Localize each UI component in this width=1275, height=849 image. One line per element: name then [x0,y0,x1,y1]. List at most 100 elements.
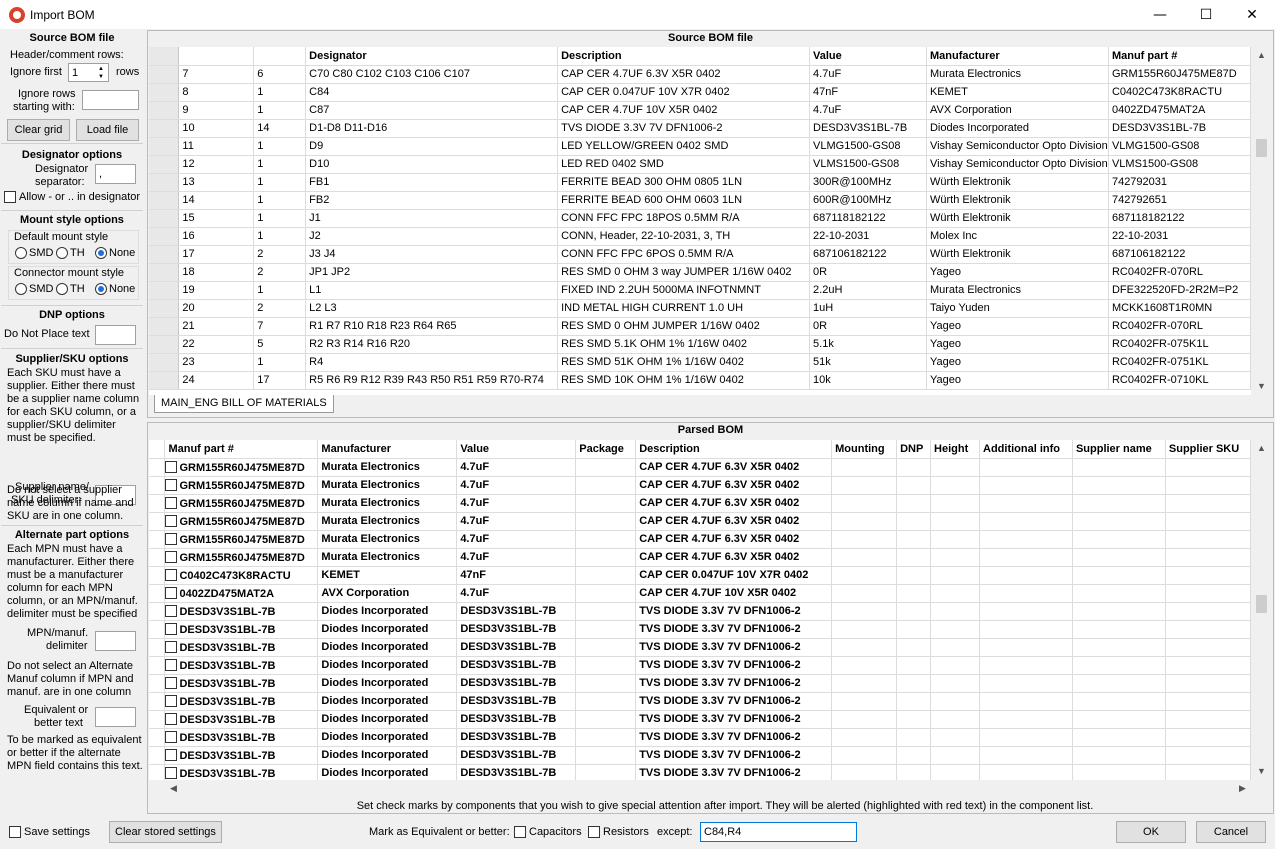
table-cell[interactable] [1165,620,1251,639]
table-cell[interactable] [979,764,1073,780]
table-cell[interactable]: Yageo [926,317,1109,336]
table-row[interactable]: 24 17 R5 R6 R9 R12 R39 R43 R50 R51 R59 R70… [149,371,1251,390]
table-row[interactable]: DESD3V3S1BL-7B Diodes Incorporated DESD3V3… [149,602,1251,621]
table-row[interactable]: 0402ZD475MAT2A AVX Corporation 4.7uF CAP CE… [149,584,1251,603]
table-cell[interactable]: 51k [809,353,927,372]
table-cell[interactable] [930,728,980,747]
table-cell[interactable]: DESD3V3S1BL-7B [456,764,577,780]
table-cell[interactable] [831,602,898,621]
table-cell[interactable]: Diodes Incorporated [317,692,458,711]
table-cell[interactable]: DESD3V3S1BL-7B [456,620,577,639]
sheet-tab-main-eng[interactable]: MAIN_ENG BILL OF MATERIALS [154,395,334,413]
table-cell[interactable]: Murata Electronics [317,458,458,477]
table-cell[interactable]: TVS DIODE 3.3V 7V DFN1006-2 [635,728,833,747]
table-cell[interactable] [831,494,898,513]
capacitors-checkbox[interactable] [514,826,526,838]
table-cell[interactable]: TVS DIODE 3.3V 7V DFN1006-2 [635,764,833,780]
table-cell[interactable]: 742792651 [1108,191,1251,210]
table-cell[interactable]: 600R@100MHz [809,191,927,210]
table-cell[interactable]: GRM155R60J475ME87D [164,494,319,513]
table-cell[interactable] [1072,764,1166,780]
table-cell[interactable] [1165,746,1251,765]
cancel-button[interactable]: Cancel [1196,821,1266,843]
table-cell[interactable] [575,584,637,603]
table-cell[interactable] [1165,584,1251,603]
table-cell[interactable]: DESD3V3S1BL-7B [164,692,319,711]
table-row[interactable]: GRM155R60J475ME87D Murata Electronics 4.7u… [149,548,1251,567]
table-cell[interactable] [896,584,932,603]
table-row[interactable]: 9 1 C87 CAP CER 4.7UF 10V X5R 0402 4.7uF AVX … [149,101,1251,120]
table-cell[interactable] [979,638,1073,657]
table-cell[interactable]: Diodes Incorporated [317,602,458,621]
table-cell[interactable]: 0R [809,317,927,336]
table-cell[interactable]: LED YELLOW/GREEN 0402 SMD [557,137,811,156]
table-cell[interactable]: TVS DIODE 3.3V 7V DFN1006-2 [635,638,833,657]
table-cell[interactable]: 1 [253,173,307,192]
table-cell[interactable] [575,476,637,495]
table-cell[interactable]: Murata Electronics [317,530,458,549]
table-cell[interactable]: 10k [809,371,927,390]
table-cell[interactable]: C84 [305,83,559,102]
attention-checkbox[interactable] [165,676,178,689]
row-header[interactable] [149,299,180,318]
spinner-arrows-icon[interactable]: ▲ ▼ [95,65,107,81]
table-row[interactable]: 13 1 FB1 FERRITE BEAD 300 OHM 0805 1LN 300R@… [149,173,1251,192]
table-cell[interactable] [1165,566,1251,585]
table-cell[interactable] [896,476,932,495]
table-cell[interactable]: 2.2uH [809,281,927,300]
parsed-column-header[interactable]: Additional info [979,440,1073,459]
table-cell[interactable]: DESD3V3S1BL-7B [164,638,319,657]
table-cell[interactable]: Murata Electronics [317,494,458,513]
ignore-rows-input[interactable] [82,90,139,110]
clear-grid-button[interactable]: Clear grid [7,119,70,141]
table-cell[interactable] [979,710,1073,729]
table-cell[interactable] [896,620,932,639]
table-cell[interactable]: 687106182122 [1108,245,1251,264]
table-cell[interactable]: 8 [178,83,255,102]
source-column-header[interactable]: Manuf part # [1108,47,1251,66]
table-row[interactable]: 14 1 FB2 FERRITE BEAD 600 OHM 0603 1LN 600R@… [149,191,1251,210]
table-cell[interactable] [979,458,1073,477]
table-cell[interactable]: DESD3V3S1BL-7B [456,674,577,693]
table-cell[interactable]: Molex Inc [926,227,1109,246]
table-cell[interactable]: DESD3V3S1BL-7B [1108,119,1251,138]
table-cell[interactable]: AVX Corporation [317,584,458,603]
table-cell[interactable] [1072,566,1166,585]
table-cell[interactable] [575,548,637,567]
parsed-column-header[interactable]: Value [456,440,577,459]
table-cell[interactable]: GRM155R60J475ME87D [164,476,319,495]
table-cell[interactable] [1072,728,1166,747]
table-cell[interactable] [979,476,1073,495]
table-cell[interactable] [979,746,1073,765]
table-cell[interactable]: 2 [253,245,307,264]
table-cell[interactable] [575,728,637,747]
table-cell[interactable]: IND METAL HIGH CURRENT 1.0 UH [557,299,811,318]
table-cell[interactable]: Diodes Incorporated [926,119,1109,138]
table-cell[interactable]: 4.7uF [456,584,577,603]
table-row[interactable]: 23 1 R4 RES SMD 51K OHM 1% 1/16W 0402 51k Yag… [149,353,1251,372]
table-row[interactable]: 22 5 R2 R3 R14 R16 R20 RES SMD 5.1K OHM 1% … [149,335,1251,354]
table-cell[interactable]: Vishay Semiconductor Opto Division [926,137,1109,156]
table-cell[interactable]: 4.7uF [456,494,577,513]
table-cell[interactable]: 18 [178,263,255,282]
table-cell[interactable]: Diodes Incorporated [317,710,458,729]
attention-checkbox[interactable] [165,766,178,779]
table-cell[interactable] [979,602,1073,621]
table-row[interactable]: GRM155R60J475ME87D Murata Electronics 4.7u… [149,494,1251,513]
table-cell[interactable]: TVS DIODE 3.3V 7V DFN1006-2 [635,710,833,729]
table-cell[interactable] [979,584,1073,603]
table-cell[interactable]: FIXED IND 2.2UH 5000MA INFOTNMNT [557,281,811,300]
table-cell[interactable] [831,728,898,747]
table-cell[interactable] [1072,692,1166,711]
row-header[interactable] [149,209,180,228]
row-header[interactable] [149,137,180,156]
table-cell[interactable]: KEMET [317,566,458,585]
table-cell[interactable]: CAP CER 0.047UF 10V X7R 0402 [635,566,833,585]
table-cell[interactable]: C0402C473K8RACTU [1108,83,1251,102]
table-cell[interactable]: DESD3V3S1BL-7B [164,620,319,639]
save-settings-checkbox[interactable] [9,826,21,838]
table-cell[interactable] [831,548,898,567]
table-cell[interactable]: CAP CER 4.7UF 10V X5R 0402 [635,584,833,603]
table-cell[interactable] [1165,692,1251,711]
table-cell[interactable] [930,638,980,657]
